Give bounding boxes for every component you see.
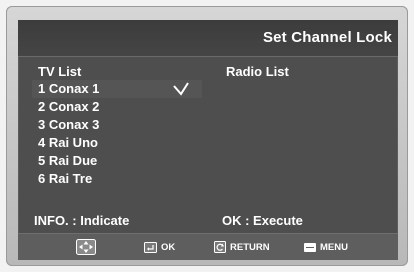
channel-row[interactable]: 6 Rai Tre bbox=[32, 170, 202, 188]
channel-label: 5 Rai Due bbox=[38, 153, 98, 168]
menu-button[interactable]: MENU bbox=[304, 234, 348, 260]
title-bar: Set Channel Lock bbox=[18, 20, 398, 57]
checkmark-icon bbox=[173, 82, 189, 96]
channel-row[interactable]: 2 Conax 2 bbox=[32, 98, 202, 116]
channel-label: 3 Conax 3 bbox=[38, 117, 100, 132]
channel-row[interactable]: 3 Conax 3 bbox=[32, 116, 202, 134]
channel-row[interactable]: 1 Conax 1 bbox=[32, 80, 202, 98]
ok-hint: OK : Execute bbox=[222, 213, 303, 228]
menu-icon bbox=[304, 242, 316, 252]
page-title: Set Channel Lock bbox=[262, 29, 392, 46]
help-bar: OK RETURN MENU bbox=[18, 233, 398, 260]
enter-icon bbox=[144, 241, 157, 253]
info-hint: INFO. : Indicate bbox=[34, 213, 130, 228]
channel-label: 1 Conax 1 bbox=[38, 81, 100, 96]
channel-label: 6 Rai Tre bbox=[38, 171, 93, 186]
return-button[interactable]: RETURN bbox=[214, 234, 270, 260]
menu-label: MENU bbox=[320, 241, 348, 253]
channel-label: 4 Rai Uno bbox=[38, 135, 98, 150]
channel-label: 2 Conax 2 bbox=[38, 99, 100, 114]
navigation-pad-icon bbox=[76, 239, 96, 255]
return-icon bbox=[214, 241, 226, 253]
channel-row[interactable]: 4 Rai Uno bbox=[32, 134, 202, 152]
ok-label: OK bbox=[161, 241, 176, 253]
ok-button[interactable]: OK bbox=[144, 234, 175, 260]
tv-channel-list: 1 Conax 1 2 Conax 2 3 Conax 3 4 Rai Uno … bbox=[32, 80, 202, 188]
return-label: RETURN bbox=[230, 241, 270, 253]
channel-row[interactable]: 5 Rai Due bbox=[32, 152, 202, 170]
navigation-pad[interactable] bbox=[76, 234, 96, 260]
radio-list-heading: Radio List bbox=[226, 64, 289, 79]
tv-list-heading: TV List bbox=[38, 64, 82, 79]
osd-screen: Set Channel Lock TV List Radio List 1 Co… bbox=[18, 20, 398, 260]
